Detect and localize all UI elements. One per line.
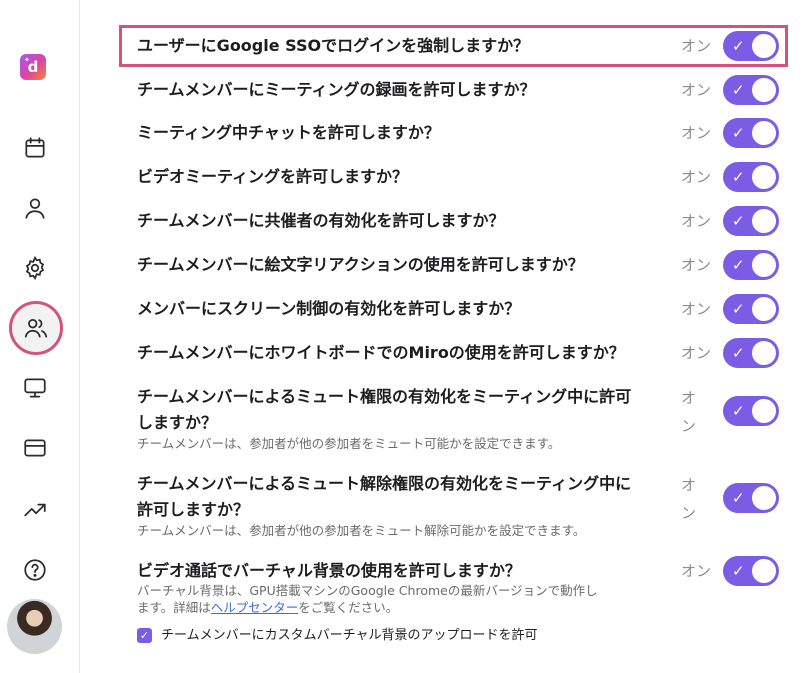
sidebar-item-profile[interactable] (15, 188, 55, 228)
sidebar-item-calendar[interactable] (15, 128, 55, 168)
user-avatar[interactable] (7, 599, 62, 654)
team-icon (24, 319, 48, 338)
sidebar-item-analytics[interactable] (15, 490, 55, 530)
app-logo[interactable]: ✦ d (20, 54, 46, 80)
setting-state: オ ン (681, 384, 699, 440)
recording-toggle[interactable]: ✓ (723, 75, 779, 105)
emoji-toggle[interactable]: ✓ (723, 250, 779, 280)
sidebar: ✦ d (0, 0, 80, 673)
setting-question: メンバーにスクリーン制御の有効化を許可しますか？ (137, 299, 521, 318)
check-icon: ✓ (732, 256, 745, 274)
setting-question: チームメンバーに絵文字リアクションの使用を許可しますか？ (137, 255, 584, 274)
setting-question-line2: 許可しますか？ (137, 500, 250, 519)
mute-toggle[interactable]: ✓ (723, 396, 779, 426)
setting-question: ユーザーにGoogle SSOでログインを強制しますか？ (137, 36, 530, 55)
sidebar-item-settings[interactable] (15, 248, 55, 288)
setting-state-line2: ン (681, 504, 697, 522)
setting-state: オン (681, 256, 712, 274)
setting-question: ビデオ通話でバーチャル背景の使用を許可しますか？ (137, 561, 521, 580)
setting-state: オン (681, 562, 712, 580)
sidebar-item-help[interactable] (15, 550, 55, 590)
check-icon: ✓ (732, 300, 745, 318)
setting-description-line1: バーチャル背景は、GPU搭載マシンのGoogle Chromeの最新バージョンで… (137, 583, 598, 598)
check-icon: ✓ (732, 402, 745, 420)
check-icon: ✓ (732, 344, 745, 362)
description-text: をご覧ください。 (298, 600, 399, 615)
check-icon: ✓ (732, 81, 745, 99)
monitor-icon (24, 378, 46, 398)
cohost-toggle[interactable]: ✓ (723, 206, 779, 236)
miro-toggle[interactable]: ✓ (723, 338, 779, 368)
setting-description: チームメンバーは、参加者が他の参加者をミュート可能かを設定できます。 (137, 436, 561, 451)
sidebar-item-billing[interactable] (15, 428, 55, 468)
trending-up-icon (24, 503, 46, 517)
setting-question-line1: チームメンバーによるミュート解除権限の有効化をミーティング中に (137, 474, 632, 493)
video-meeting-toggle[interactable]: ✓ (723, 162, 779, 192)
calendar-icon (25, 137, 45, 158)
check-icon: ✓ (732, 37, 745, 55)
setting-description-line2: ます。詳細はヘルプセンターをご覧ください。 (137, 599, 657, 616)
setting-state: オン (681, 124, 712, 142)
sidebar-item-devices[interactable] (15, 368, 55, 408)
setting-state-line1: オ (681, 476, 697, 494)
setting-state-line1: オ (681, 389, 697, 407)
virtual-background-toggle[interactable]: ✓ (723, 556, 779, 586)
sparkle-icon: ✦ (24, 56, 30, 64)
setting-question-line1: チームメンバーによるミュート権限の有効化をミーティング中に許可 (137, 387, 632, 406)
setting-question: チームメンバーによるミュート解除権限の有効化をミーティング中に 許可しますか？ (137, 471, 677, 523)
check-icon: ✓ (732, 124, 745, 142)
user-icon (25, 198, 45, 219)
credit-card-icon (24, 439, 46, 457)
chat-toggle[interactable]: ✓ (723, 118, 779, 148)
setting-state: オン (681, 168, 712, 186)
setting-question-line2: しますか？ (137, 413, 218, 432)
setting-question: チームメンバーにホワイトボードでのMiroの使用を許可しますか？ (137, 343, 625, 362)
help-icon (24, 559, 46, 581)
check-icon: ✓ (732, 562, 745, 580)
unmute-toggle[interactable]: ✓ (723, 483, 779, 513)
gear-icon (25, 255, 45, 281)
app: ✦ d ユーザーにGoogle SSOでログインを強制しますか？ オン ✓ チー… (0, 0, 807, 673)
setting-question: ミーティング中チャットを許可しますか？ (137, 123, 440, 142)
custom-background-checkbox[interactable]: ✓ (137, 628, 152, 643)
google-sso-toggle[interactable]: ✓ (723, 31, 779, 61)
setting-description: チームメンバーは、参加者が他の参加者をミュート解除可能かを設定できます。 (137, 523, 586, 538)
sidebar-item-team[interactable] (9, 301, 63, 355)
setting-state: オン (681, 81, 712, 99)
description-text: ます。詳細は (137, 600, 211, 615)
check-icon: ✓ (732, 212, 745, 230)
check-icon: ✓ (732, 168, 745, 186)
setting-question: チームメンバーに共催者の有効化を許可しますか？ (137, 211, 505, 230)
check-icon: ✓ (732, 489, 745, 507)
setting-state: オン (681, 300, 712, 318)
setting-state: オン (681, 212, 712, 230)
setting-description: バーチャル背景は、GPU搭載マシンのGoogle Chromeの最新バージョンで… (137, 582, 657, 616)
setting-state: オン (681, 37, 712, 55)
screen-control-toggle[interactable]: ✓ (723, 294, 779, 324)
setting-question: ビデオミーティングを許可しますか？ (137, 167, 409, 186)
setting-state: オ ン (681, 471, 699, 527)
setting-state-line2: ン (681, 417, 697, 435)
checkbox-label: チームメンバーにカスタムバーチャル背景のアップロードを許可 (161, 628, 538, 643)
setting-question: チームメンバーにミーティングの録画を許可しますか？ (137, 80, 536, 99)
setting-state: オン (681, 344, 712, 362)
setting-question: チームメンバーによるミュート権限の有効化をミーティング中に許可 しますか？ (137, 384, 677, 436)
help-center-link[interactable]: ヘルプセンター (211, 600, 299, 615)
